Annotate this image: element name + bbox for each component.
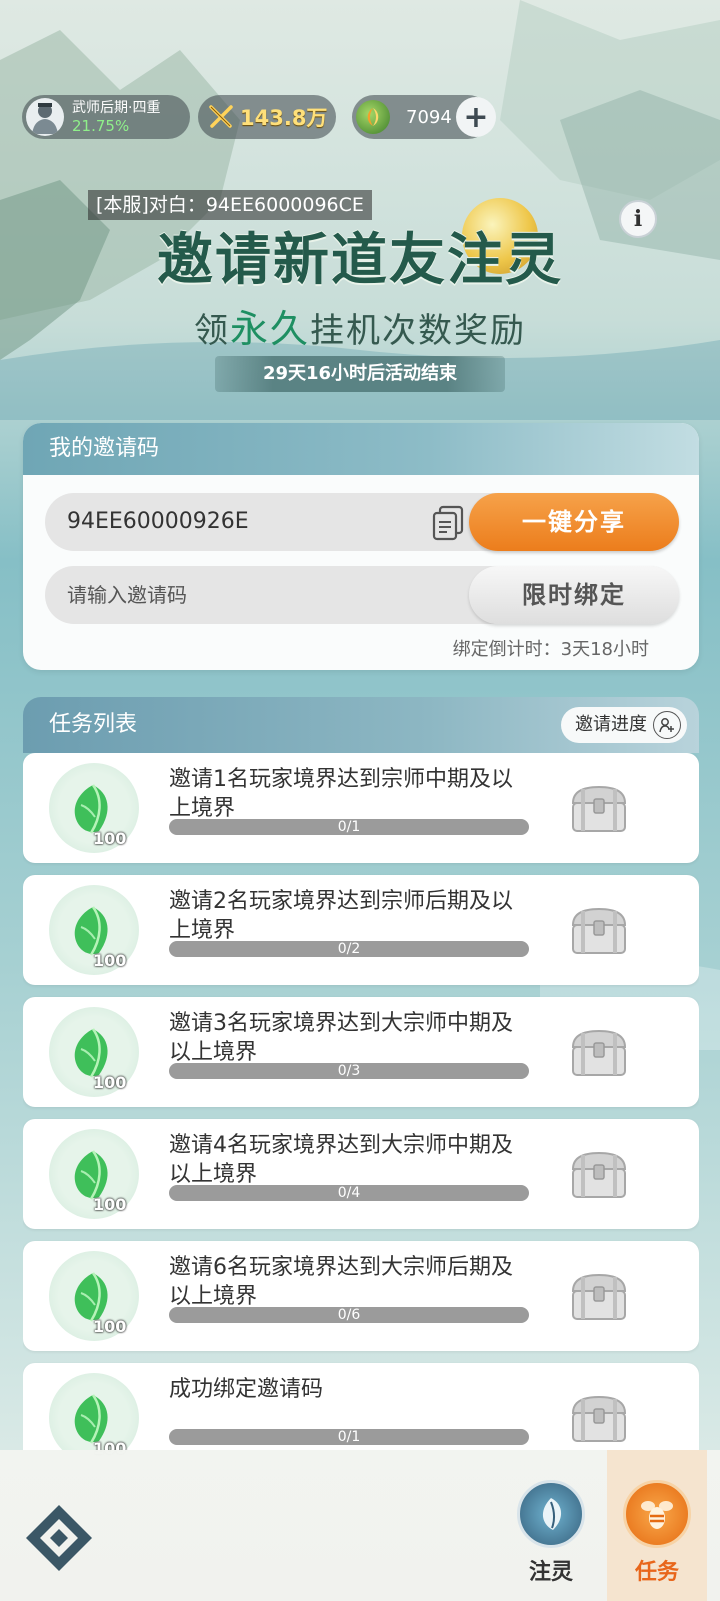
task-progress-text: 0/2 [337,941,361,957]
share-button[interactable]: 一键分享 [469,493,679,551]
task-row[interactable]: 100 邀请3名玩家境界达到大宗师中期及以上境界 0/3 [23,997,699,1107]
task-progress-text: 0/6 [337,1307,361,1323]
task-progress-bar: 0/1 [169,1429,529,1445]
treasure-chest-icon[interactable] [567,781,631,837]
treasure-chest-icon[interactable] [567,1025,631,1081]
task-list-title: 任务列表 [49,712,138,737]
treasure-chest-icon[interactable] [567,1147,631,1203]
task-progress-text: 0/1 [337,819,361,835]
swordsman-avatar-icon [26,98,64,136]
tab-task[interactable]: 任务 [607,1450,707,1601]
crossed-swords-icon [209,105,233,128]
my-code-row: 94EE60000926E 一键分享 [45,493,679,551]
subtitle-highlight: 永久 [229,307,310,351]
status-bar: 武师后期·四重 21.75% 143.8万 7094 + [22,95,698,141]
bottom-nav: 注灵 任务 [0,1450,720,1601]
treasure-chest-icon[interactable] [567,1391,631,1447]
task-panel: 任务列表 邀请进度 100 邀请1名玩家境界达到宗师中期及以上境界 0/1 10… [23,697,699,1461]
subtitle-suffix: 挂机次数奖励 [310,311,526,351]
event-subtitle: 领永久挂机次数奖励 [0,298,720,353]
rank-percent: 21.75% [72,117,130,135]
event-title: 邀请新道友注灵 [157,228,563,293]
coin-value: 7094 [406,106,452,128]
tab-inject-label: 注灵 [528,1560,573,1585]
task-progress-bar: 0/1 [169,819,529,835]
invite-progress-button[interactable]: 邀请进度 [561,707,687,743]
reward-quantity: 100 [93,951,127,970]
reward-quantity: 100 [93,1073,127,1092]
event-countdown: 29天16小时后活动结束 [215,356,505,392]
reward-slot[interactable]: 100 [49,1251,139,1341]
task-progress-bar: 0/6 [169,1307,529,1323]
chat-ticker[interactable]: [本服]对白：94EE6000096CE [88,190,372,220]
power-display: 143.8万 [198,95,336,139]
task-row[interactable]: 100 邀请6名玩家境界达到大宗师后期及以上境界 0/6 [23,1241,699,1351]
task-description: 成功绑定邀请码 [169,1377,324,1402]
enter-code-row: 限时绑定 [45,566,679,624]
task-row[interactable]: 100 邀请2名玩家境界达到宗师后期及以上境界 0/2 [23,875,699,985]
task-progress-bar: 0/2 [169,941,529,957]
rank-name: 武师后期·四重 [72,100,161,116]
invite-card-header: 我的邀请码 [23,423,699,475]
diamond-back-icon[interactable] [22,1501,96,1575]
reward-slot[interactable]: 100 [49,1129,139,1219]
reward-quantity: 100 [93,1317,127,1336]
bee-emblem-icon [623,1480,691,1548]
info-button[interactable]: i [619,200,657,238]
task-progress-bar: 0/4 [169,1185,529,1201]
treasure-chest-icon[interactable] [567,1269,631,1325]
task-description: 邀请1名玩家境界达到宗师中期及以上境界 [169,767,513,821]
reward-slot[interactable]: 100 [49,763,139,853]
task-description: 邀请3名玩家境界达到大宗师中期及以上境界 [169,1011,513,1065]
task-progress-text: 0/4 [337,1185,361,1201]
reward-slot[interactable]: 100 [49,1007,139,1097]
copy-icon[interactable] [431,505,465,541]
spirit-coin-icon [356,100,390,134]
reward-slot[interactable]: 100 [49,1373,139,1461]
task-description: 邀请6名玩家境界达到大宗师后期及以上境界 [169,1255,513,1309]
treasure-chest-icon[interactable] [567,903,631,959]
task-row[interactable]: 100 成功绑定邀请码 0/1 [23,1363,699,1461]
leaf-emblem-icon [517,1480,585,1548]
add-coins-button[interactable]: + [456,97,496,137]
task-description: 邀请4名玩家境界达到大宗师中期及以上境界 [169,1133,513,1187]
coin-display: 7094 + [352,95,496,139]
task-list[interactable]: 100 邀请1名玩家境界达到宗师中期及以上境界 0/1 100 邀请2名玩家境界… [23,753,699,1461]
task-progress-text: 0/3 [337,1063,361,1079]
task-row[interactable]: 100 邀请4名玩家境界达到大宗师中期及以上境界 0/4 [23,1119,699,1229]
task-progress-bar: 0/3 [169,1063,529,1079]
add-person-icon [653,711,681,739]
power-value: 143.8万 [240,106,328,130]
invite-code-input[interactable] [45,566,465,624]
tab-inject[interactable]: 注灵 [501,1480,601,1590]
task-progress-text: 0/1 [337,1429,361,1445]
invite-progress-label: 邀请进度 [575,714,647,735]
tab-task-label: 任务 [634,1560,679,1585]
my-invite-code: 94EE60000926E [67,509,249,534]
task-description: 邀请2名玩家境界达到宗师后期及以上境界 [169,889,513,943]
subtitle-prefix: 领 [193,311,230,351]
bind-countdown: 绑定倒计时：3天18小时 [452,639,649,660]
bind-button[interactable]: 限时绑定 [469,566,679,624]
rank-badge[interactable]: 武师后期·四重 21.75% [22,95,190,139]
reward-quantity: 100 [93,829,127,848]
task-row[interactable]: 100 邀请1名玩家境界达到宗师中期及以上境界 0/1 [23,753,699,863]
invite-code-card: 我的邀请码 94EE60000926E 一键分享 限时绑定 绑定倒计时：3天18… [23,423,699,670]
reward-quantity: 100 [93,1195,127,1214]
reward-slot[interactable]: 100 [49,885,139,975]
